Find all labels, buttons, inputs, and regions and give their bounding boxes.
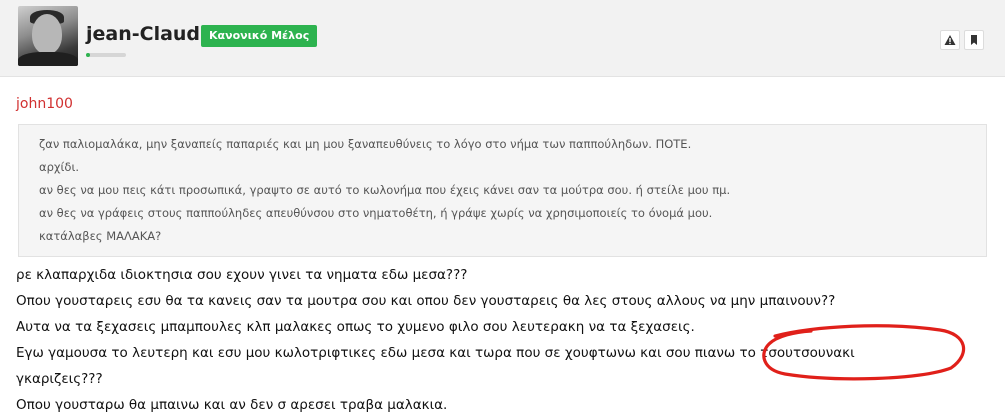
reputation-fill	[86, 53, 90, 57]
post-body-line: Εγω γαμουσα το λευτερη και εσυ μου κωλοτ…	[16, 345, 855, 361]
bookmark-icon	[971, 35, 977, 45]
post-body-line: Οπου γουσταρω θα μπαινω και αν δεν σ αρε…	[16, 397, 448, 413]
role-badge: Κανονικό Μέλος	[201, 25, 318, 47]
post-body-line: γκαριζεις???	[16, 371, 103, 387]
post-body: ρε κλαπαρχιδα ιδιοκτησια σου εχουν γινει…	[16, 262, 855, 418]
bookmark-button[interactable]	[964, 30, 984, 50]
quote-block: ζαν παλιομαλάκα, μην ξαναπείς παπαριές κ…	[18, 124, 987, 257]
quote-line: κατάλαβες ΜΑΛΑΚΑ?	[39, 229, 162, 243]
post-body-line: Αυτα να τα ξεχασεις μπαμπουλες κλπ μαλακ…	[16, 319, 695, 335]
quote-line: αρχίδι.	[39, 160, 79, 174]
post-body-line: Οπου γουσταρεις εσυ θα τα κανεις σαν τα …	[16, 293, 836, 309]
quote-line: ζαν παλιομαλάκα, μην ξαναπείς παπαριές κ…	[39, 137, 692, 151]
username[interactable]: jean-Claud	[86, 22, 200, 46]
quote-line: αν θες να γράφεις στους παππούληδες απευ…	[39, 206, 713, 220]
quote-line: αν θες να μου πεις κάτι προσωπικά, γραψτ…	[39, 183, 731, 197]
post-header: jean-Claud Κανονικό Μέλος	[0, 0, 1005, 77]
quote-author[interactable]: john100	[16, 96, 73, 112]
avatar-shoulders	[18, 52, 78, 66]
reputation-bar	[86, 53, 126, 57]
warning-triangle-icon	[944, 35, 956, 45]
avatar-face	[32, 14, 62, 54]
avatar[interactable]	[18, 6, 78, 66]
post-body-line: ρε κλαπαρχιδα ιδιοκτησια σου εχουν γινει…	[16, 267, 468, 283]
red-circle-annotation	[762, 324, 966, 381]
report-button[interactable]	[940, 30, 960, 50]
